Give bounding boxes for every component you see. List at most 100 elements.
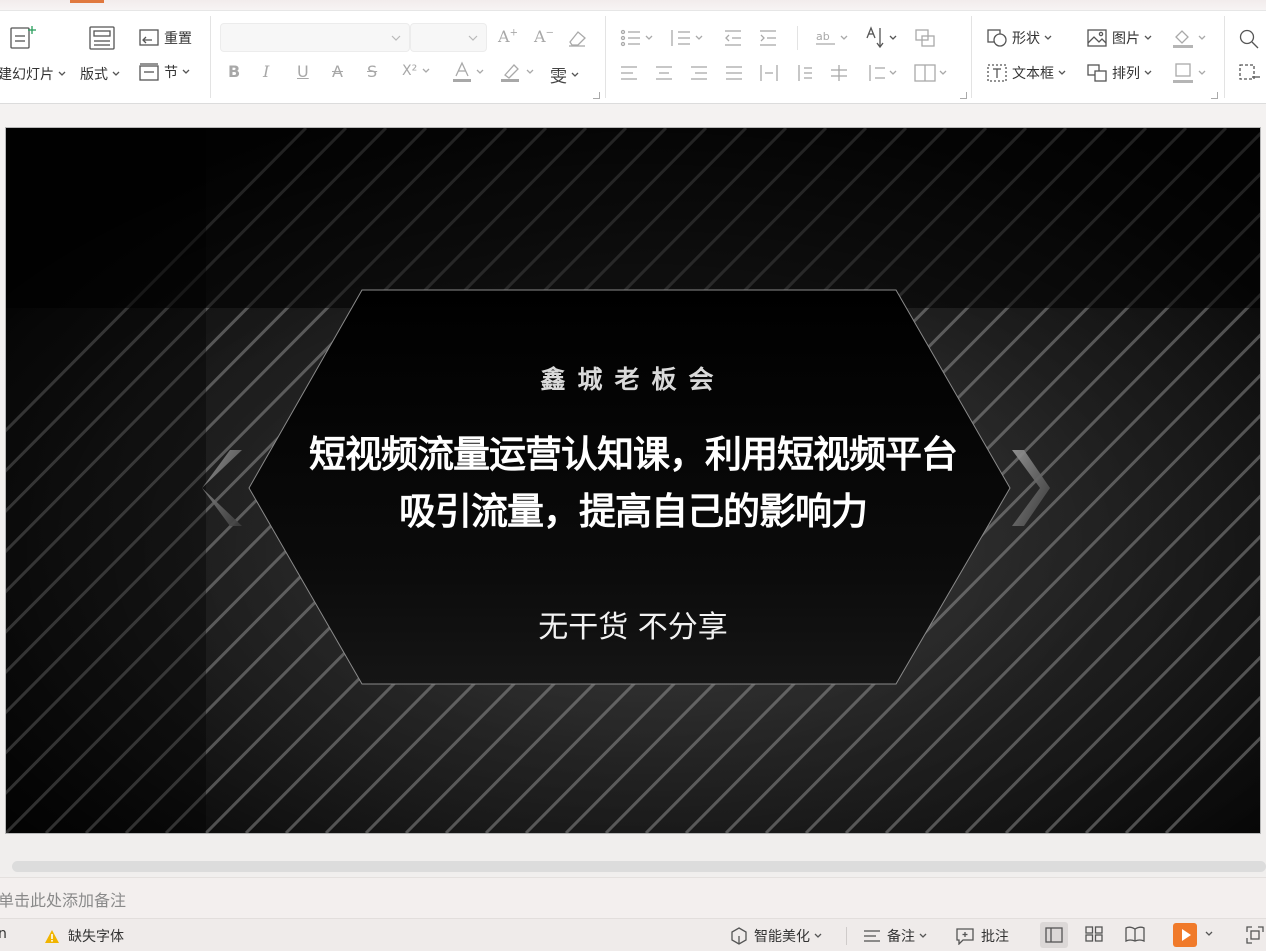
slide-subtitle[interactable]: 无干货 不分享 bbox=[6, 602, 1260, 646]
chevron-down-icon bbox=[939, 70, 947, 75]
reset-button[interactable]: 重置 bbox=[138, 28, 192, 48]
select-icon[interactable] bbox=[1238, 63, 1260, 83]
find-icon[interactable] bbox=[1238, 28, 1260, 50]
italic-icon[interactable]: I bbox=[263, 62, 269, 81]
chevron-down-icon bbox=[58, 71, 66, 76]
book-icon bbox=[1125, 926, 1145, 942]
layout-label: 版式 bbox=[80, 67, 108, 83]
chevron-down-icon bbox=[182, 69, 190, 74]
separator bbox=[846, 927, 847, 945]
smart-beautify-button[interactable]: 智能美化 bbox=[730, 926, 823, 946]
shadow-icon[interactable]: S bbox=[367, 62, 377, 81]
slide-title-line-1[interactable]: 短视频流量运营认知课，利用短视频平台 bbox=[6, 424, 1260, 478]
play-options-dropdown[interactable] bbox=[1204, 929, 1214, 939]
picture-button[interactable]: 图片 bbox=[1086, 28, 1153, 48]
notes-icon bbox=[864, 930, 880, 942]
missing-font-button[interactable]: 缺失字体 bbox=[44, 926, 124, 946]
picture-label: 图片 bbox=[1112, 31, 1140, 47]
status-bar: n 缺失字体 智能美化 备注 批注 bbox=[0, 918, 1266, 951]
align-center-icon[interactable] bbox=[655, 65, 673, 81]
drawing-dialog-launcher[interactable] bbox=[1211, 92, 1218, 99]
separator bbox=[1224, 16, 1225, 98]
normal-view-icon bbox=[1045, 927, 1063, 943]
bold-icon[interactable]: B bbox=[228, 62, 240, 81]
text-direction-button[interactable]: ab bbox=[815, 29, 849, 47]
layout-icon[interactable] bbox=[88, 25, 116, 51]
sort-button[interactable] bbox=[865, 26, 898, 50]
distribute-icon[interactable] bbox=[760, 64, 778, 82]
section-label: 节 bbox=[164, 65, 178, 81]
layout-button[interactable]: 版式 bbox=[80, 64, 121, 84]
organization-title[interactable]: 鑫城老板会 bbox=[6, 360, 1260, 396]
shape-button[interactable]: 形状 bbox=[986, 28, 1053, 48]
notes-pane[interactable]: 单击此处添加备注 bbox=[0, 877, 1266, 918]
picture-icon bbox=[1087, 29, 1107, 47]
shape-icon bbox=[987, 29, 1007, 47]
chevron-down-icon bbox=[840, 35, 848, 40]
play-slideshow-button[interactable] bbox=[1173, 923, 1197, 947]
superscript-label: X² bbox=[402, 63, 418, 79]
align-right-icon[interactable] bbox=[690, 65, 708, 81]
phonetic-button[interactable]: 雯 bbox=[550, 62, 580, 87]
font-name-combo[interactable] bbox=[220, 23, 410, 52]
section-icon bbox=[139, 63, 159, 81]
increase-font-icon[interactable]: A+ bbox=[498, 27, 518, 46]
paragraph-dialog-launcher[interactable] bbox=[960, 92, 967, 99]
line-spacing-icon[interactable] bbox=[795, 64, 813, 82]
underline-icon[interactable]: U bbox=[297, 62, 309, 81]
clear-format-icon[interactable] bbox=[566, 28, 588, 48]
normal-view-button[interactable] bbox=[1040, 922, 1068, 948]
numbering-button[interactable] bbox=[670, 29, 704, 47]
column-button[interactable] bbox=[914, 64, 948, 82]
numbering-icon bbox=[671, 30, 690, 46]
bullets-button[interactable] bbox=[620, 29, 654, 47]
reset-label: 重置 bbox=[164, 31, 192, 47]
chevron-down-icon bbox=[1144, 70, 1152, 75]
notes-label: 备注 bbox=[887, 929, 915, 945]
chevron-down-icon bbox=[571, 72, 579, 77]
fit-window-button[interactable] bbox=[1246, 926, 1264, 944]
paragraph-spacing-icon[interactable] bbox=[830, 64, 848, 82]
decrease-font-icon[interactable]: A− bbox=[534, 27, 554, 46]
chevron-down-icon bbox=[889, 35, 897, 40]
strikethrough-icon[interactable]: A bbox=[332, 62, 343, 81]
new-slide-button[interactable]: 建幻灯片 bbox=[0, 64, 67, 84]
font-size-combo[interactable] bbox=[410, 23, 487, 52]
increase-indent-icon[interactable] bbox=[758, 29, 778, 47]
reading-view-button[interactable] bbox=[1125, 926, 1145, 942]
convert-icon[interactable] bbox=[914, 28, 936, 48]
horizontal-scrollbar[interactable] bbox=[12, 861, 1266, 872]
spacing-options-button[interactable] bbox=[866, 64, 898, 82]
section-button[interactable]: 节 bbox=[138, 62, 191, 82]
superscript-button[interactable]: X² bbox=[402, 63, 431, 79]
textbox-button[interactable]: 文本框 bbox=[986, 63, 1067, 83]
slide[interactable]: 鑫城老板会 短视频流量运营认知课，利用短视频平台 吸引流量，提高自己的影响力 无… bbox=[6, 128, 1260, 833]
fill-button[interactable] bbox=[1172, 27, 1207, 49]
highlight-button[interactable] bbox=[500, 61, 535, 83]
notes-toggle-button[interactable]: 备注 bbox=[863, 926, 928, 946]
fill-bucket-icon bbox=[1173, 30, 1193, 48]
columns-icon bbox=[914, 64, 936, 82]
align-left-icon[interactable] bbox=[620, 65, 638, 81]
chevron-down-icon bbox=[1198, 70, 1206, 75]
textbox-icon bbox=[987, 64, 1007, 82]
highlighter-icon bbox=[501, 64, 519, 82]
arrange-button[interactable]: 排列 bbox=[1086, 63, 1153, 83]
slide-sorter-button[interactable] bbox=[1085, 926, 1103, 942]
chevron-down-icon bbox=[814, 933, 822, 938]
play-icon bbox=[1182, 929, 1191, 941]
new-slide-icon[interactable] bbox=[8, 24, 38, 52]
chevron-down-icon bbox=[919, 933, 927, 938]
font-color-button[interactable] bbox=[452, 61, 485, 83]
decrease-indent-icon[interactable] bbox=[723, 29, 743, 47]
chevron-down-icon bbox=[1144, 35, 1152, 40]
font-color-icon bbox=[453, 61, 471, 82]
slide-title-line-2[interactable]: 吸引流量，提高自己的影响力 bbox=[6, 481, 1260, 535]
active-tab-indicator bbox=[70, 0, 104, 3]
justify-icon[interactable] bbox=[725, 65, 743, 81]
spacing-icon bbox=[869, 65, 885, 81]
comment-button[interactable]: 批注 bbox=[955, 926, 1009, 946]
font-dialog-launcher[interactable] bbox=[593, 92, 600, 99]
bullets-icon bbox=[620, 29, 640, 47]
outline-button[interactable] bbox=[1172, 62, 1207, 84]
